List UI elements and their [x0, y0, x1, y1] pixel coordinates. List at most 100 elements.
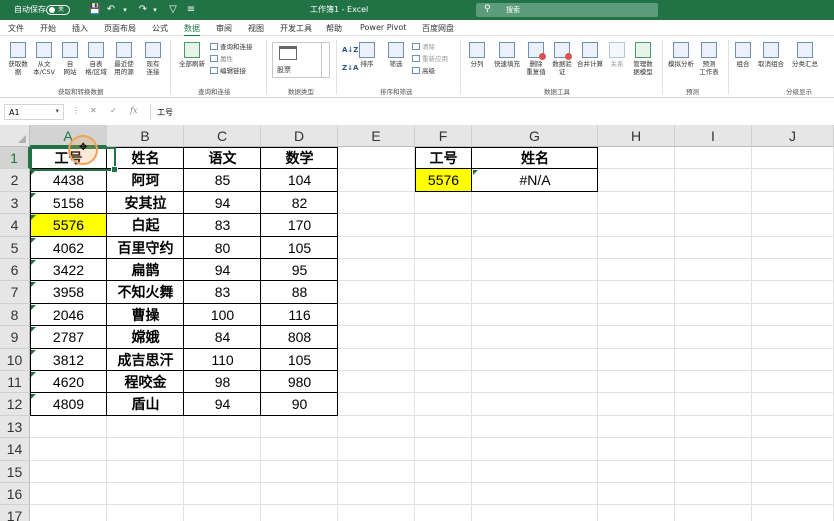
tab-9[interactable]: 帮助 — [326, 23, 342, 34]
lookup-input-cell[interactable]: 5576 — [415, 169, 472, 192]
table-cell[interactable]: 程咬金 — [107, 371, 184, 393]
text-to-columns-button[interactable]: 分列 — [466, 42, 488, 68]
lookup-result-cell[interactable]: #N/A — [472, 169, 598, 192]
search-box[interactable]: ⚲ 搜索 — [476, 3, 658, 17]
formula-input[interactable]: 工号 — [150, 104, 830, 120]
what-if-button[interactable]: 模拟分析 — [664, 42, 698, 68]
column-header-j[interactable]: J — [752, 125, 834, 147]
table-cell[interactable]: 94 — [184, 192, 261, 214]
filter-button[interactable]: 筛选 — [384, 42, 408, 68]
table-cell[interactable]: 90 — [261, 393, 338, 416]
from-text-csv-button[interactable]: 从文 本/CSV — [30, 42, 58, 76]
get-data-button[interactable]: 获取数 据 — [6, 42, 30, 76]
chevron-down-icon[interactable]: ▾ — [55, 107, 59, 115]
edit-links-button[interactable]: 编辑链接 — [210, 67, 246, 76]
lookup-header-cell[interactable]: 工号 — [415, 147, 472, 169]
ungroup-button[interactable]: 取消组合 — [754, 42, 788, 68]
table-cell[interactable]: 980 — [261, 371, 338, 393]
table-cell[interactable]: 阿珂 — [107, 169, 184, 192]
name-box[interactable]: A1 ▾ — [4, 104, 64, 120]
table-cell[interactable]: 808 — [261, 326, 338, 349]
table-cell[interactable]: 3812 — [30, 349, 107, 371]
properties-button[interactable]: 属性 — [210, 55, 233, 64]
cancel-icon[interactable]: ✕ — [90, 106, 97, 115]
table-cell[interactable]: 85 — [184, 169, 261, 192]
table-cell[interactable]: 83 — [184, 214, 261, 237]
table-cell[interactable]: 不知火舞 — [107, 281, 184, 304]
queries-connections-button[interactable]: 查询和连接 — [210, 43, 253, 52]
from-web-button[interactable]: 自 网站 — [58, 42, 82, 76]
row-header-3[interactable]: 3 — [0, 192, 30, 214]
column-header-g[interactable]: G — [472, 125, 598, 147]
row-header-7[interactable]: 7 — [0, 281, 30, 304]
table-cell[interactable]: 5158 — [30, 192, 107, 214]
table-cell[interactable]: 94 — [184, 259, 261, 281]
column-header-b[interactable]: B — [107, 125, 184, 147]
consolidate-button[interactable]: 合并计算 — [574, 42, 606, 68]
table-cell[interactable]: 98 — [184, 371, 261, 393]
flash-fill-button[interactable]: 快速填充 — [490, 42, 524, 68]
row-header-8[interactable]: 8 — [0, 304, 30, 326]
forecast-sheet-button[interactable]: 预测 工作表 — [696, 42, 722, 76]
enter-icon[interactable]: ✓ — [110, 106, 117, 115]
column-header-d[interactable]: D — [261, 125, 338, 147]
column-header-h[interactable]: H — [598, 125, 675, 147]
refresh-all-button[interactable]: 全部刷新 — [176, 42, 208, 68]
table-cell[interactable]: 扁鹊 — [107, 259, 184, 281]
clear-button[interactable]: 清除 — [412, 43, 435, 52]
table-cell[interactable]: 104 — [261, 169, 338, 192]
row-header-15[interactable]: 15 — [0, 461, 30, 483]
table-cell[interactable]: 95 — [261, 259, 338, 281]
reapply-button[interactable]: 重新应用 — [412, 55, 448, 64]
tab-0[interactable]: 文件 — [8, 23, 24, 34]
table-cell[interactable]: 170 — [261, 214, 338, 237]
group-button[interactable]: 组合 — [732, 42, 754, 68]
tab-6[interactable]: 审阅 — [216, 23, 232, 34]
tab-10[interactable]: Power Pivot — [360, 23, 406, 32]
from-table-button[interactable]: 自表 格/区域 — [82, 42, 110, 76]
column-header-e[interactable]: E — [338, 125, 415, 147]
row-header-4[interactable]: 4 — [0, 214, 30, 237]
table-cell[interactable]: 盾山 — [107, 393, 184, 416]
table-cell[interactable]: 2046 — [30, 304, 107, 326]
tab-3[interactable]: 页面布局 — [104, 23, 136, 34]
table-cell[interactable]: 百里守约 — [107, 237, 184, 259]
table-cell[interactable]: 曹操 — [107, 304, 184, 326]
tab-5[interactable]: 数据 — [184, 23, 200, 37]
lookup-header-cell[interactable]: 姓名 — [472, 147, 598, 169]
table-cell[interactable]: 83 — [184, 281, 261, 304]
row-header-1[interactable]: 1 — [0, 147, 30, 169]
column-header-c[interactable]: C — [184, 125, 261, 147]
tab-4[interactable]: 公式 — [152, 23, 168, 34]
gallery-scroll[interactable] — [321, 43, 329, 77]
row-header-17[interactable]: 17 — [0, 505, 30, 521]
data-model-button[interactable]: 管理数 据模型 — [628, 42, 658, 76]
save-icon[interactable]: 💾 — [88, 3, 102, 17]
table-cell[interactable]: 4809 — [30, 393, 107, 416]
advanced-button[interactable]: 高级 — [412, 67, 435, 76]
table-cell[interactable]: 84 — [184, 326, 261, 349]
row-header-12[interactable]: 12 — [0, 393, 30, 416]
select-all-button[interactable] — [0, 125, 30, 147]
table-cell[interactable]: 4438 — [30, 169, 107, 192]
recent-sources-button[interactable]: 最近使 用的源 — [110, 42, 138, 76]
autosave-toggle[interactable]: 关 — [46, 5, 70, 15]
table-header-cell[interactable]: 语文 — [184, 147, 261, 169]
table-cell[interactable]: 白起 — [107, 214, 184, 237]
tab-2[interactable]: 插入 — [72, 23, 88, 34]
row-header-6[interactable]: 6 — [0, 259, 30, 281]
column-header-f[interactable]: F — [415, 125, 472, 147]
remove-duplicates-button[interactable]: 删除 重复值 — [524, 42, 548, 76]
customize-icon[interactable]: ≡ — [184, 3, 198, 17]
table-cell[interactable]: 4062 — [30, 237, 107, 259]
tab-11[interactable]: 百度网盘 — [422, 23, 454, 34]
table-cell[interactable]: 3422 — [30, 259, 107, 281]
table-cell[interactable]: 3958 — [30, 281, 107, 304]
row-header-14[interactable]: 14 — [0, 438, 30, 461]
row-header-13[interactable]: 13 — [0, 416, 30, 438]
table-cell[interactable]: 4620 — [30, 371, 107, 393]
table-cell[interactable]: 80 — [184, 237, 261, 259]
row-header-5[interactable]: 5 — [0, 237, 30, 259]
table-cell[interactable]: 嫦娥 — [107, 326, 184, 349]
tab-1[interactable]: 开始 — [40, 23, 56, 34]
